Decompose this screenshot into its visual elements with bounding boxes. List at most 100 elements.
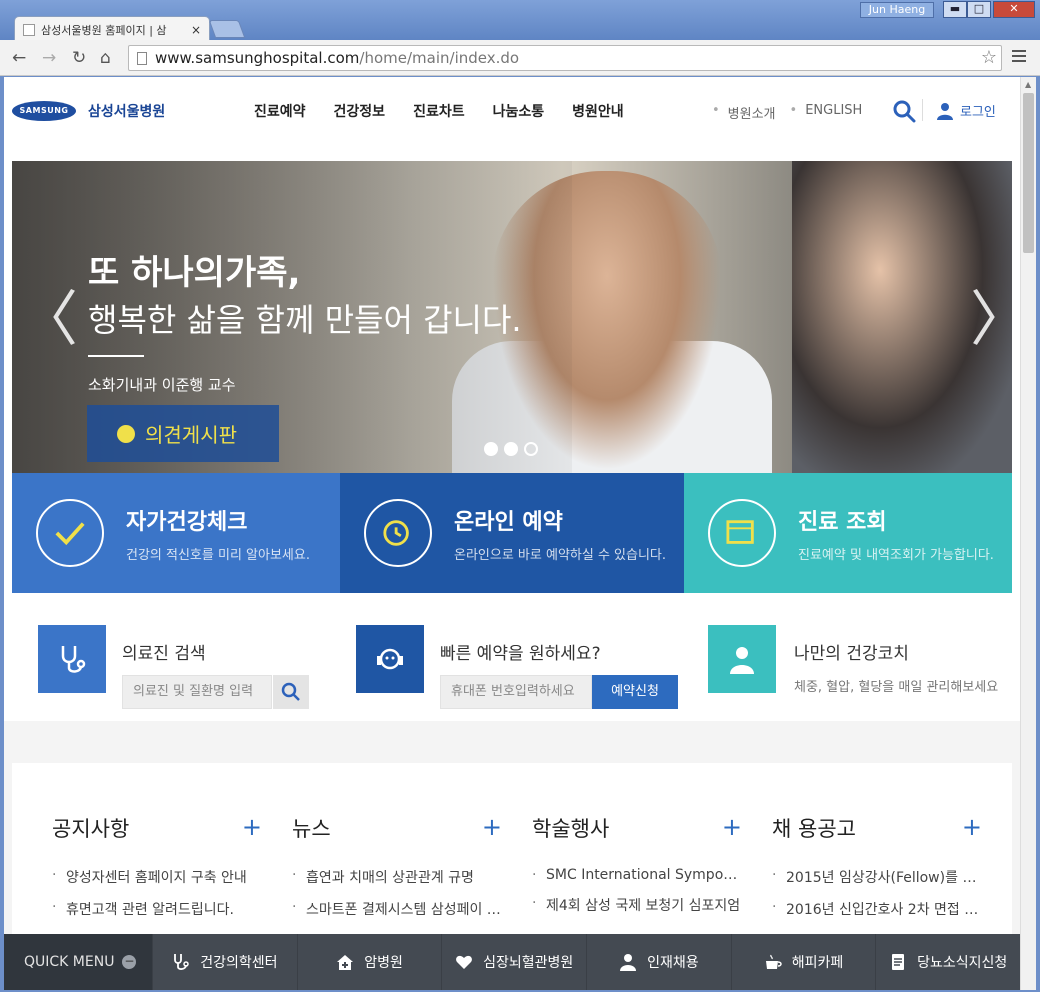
list-item[interactable]: 양성자센터 홈페이지 구축 안내 bbox=[52, 867, 262, 887]
tile-desc: 진료예약 및 내역조회가 가능합니다. bbox=[798, 547, 994, 563]
tile-title: 자가건강체크 bbox=[126, 509, 248, 535]
list-item[interactable]: SMC International Symposium bbox=[532, 867, 742, 883]
quick-menu-heart-brain[interactable]: 심장뇌혈관병원 bbox=[441, 934, 586, 990]
phone-number-input[interactable]: 휴대폰 번호입력하세요 bbox=[440, 675, 592, 709]
tile-self-health-check[interactable]: 자가건강체크 건강의 적신호를 미리 알아보세요. bbox=[12, 473, 340, 593]
nav-item-health-info[interactable]: 건강정보 bbox=[334, 101, 386, 121]
quick-menu-label: 건강의학센터 bbox=[200, 955, 278, 971]
list-item[interactable]: 2016년 신입간호사 2차 면접 안내 bbox=[772, 899, 982, 919]
board-title[interactable]: 공지사항 bbox=[52, 813, 262, 843]
doctor-search-input[interactable]: 의료진 및 질환명 입력 bbox=[122, 675, 272, 709]
quick-menu-recruitment[interactable]: 인재채용 bbox=[586, 934, 731, 990]
english-link[interactable]: ENGLISH bbox=[805, 103, 862, 122]
board-title[interactable]: 뉴스 bbox=[292, 813, 502, 843]
document-icon bbox=[117, 424, 135, 443]
hospital-logo-text[interactable]: 삼성서울병원 bbox=[88, 101, 165, 121]
document-icon bbox=[892, 954, 905, 970]
quick-menu-happy-cafe[interactable]: 해피카페 bbox=[730, 934, 876, 990]
bookmark-star-icon[interactable]: ☆ bbox=[981, 46, 997, 70]
samsung-logo[interactable]: SAMSUNG bbox=[12, 101, 76, 121]
quick-menu-diabetes-newsletter[interactable]: 당뇨소식지신청 bbox=[875, 934, 1020, 990]
hero-banner: 〈 〉 또 하나의가족, 행복한 삶을 함께 만들어 갑니다. 소화기내과 이준… bbox=[12, 161, 1012, 473]
tile-title: 진료 조회 bbox=[798, 509, 887, 535]
health-coach-desc[interactable]: 체중, 혈압, 혈당을 매일 관리해보세요 bbox=[794, 681, 1010, 695]
doctor-search-button[interactable] bbox=[273, 675, 309, 709]
login-link[interactable]: 로그인 bbox=[936, 101, 996, 120]
carousel-dot[interactable] bbox=[504, 442, 518, 456]
quick-menu-health-center[interactable]: 건강의학센터 bbox=[152, 934, 297, 990]
quick-menu-label: 암병원 bbox=[364, 955, 403, 971]
health-coach-icon bbox=[708, 625, 776, 693]
quick-reserve-title: 빠른 예약을 원하세요? bbox=[440, 644, 601, 664]
minimize-button[interactable]: ▬ bbox=[943, 1, 967, 18]
site-header: SAMSUNG 삼성서울병원 진료예약 건강정보 진료차트 나눔소통 병원안내 … bbox=[4, 77, 1020, 161]
opinion-board-button[interactable]: 의견게시판 bbox=[87, 405, 279, 462]
nav-item-reservation[interactable]: 진료예약 bbox=[254, 101, 306, 121]
tile-desc: 건강의 적신호를 미리 알아보세요. bbox=[126, 547, 310, 563]
headset-icon bbox=[356, 625, 424, 693]
search-icon[interactable] bbox=[892, 99, 916, 123]
address-bar[interactable]: www.samsunghospital.com/home/main/index.… bbox=[128, 45, 1002, 71]
url-path: /home/main/index.do bbox=[359, 49, 520, 67]
quick-services: 의료진 검색 의료진 및 질환명 입력 빠른 예약을 원하세요? 휴대폰 번호입… bbox=[4, 593, 1020, 721]
check-icon bbox=[36, 499, 104, 567]
page-favicon-icon bbox=[23, 23, 35, 36]
tab-close-icon[interactable]: × bbox=[191, 23, 201, 37]
carousel-dot[interactable] bbox=[524, 442, 538, 456]
page-icon bbox=[137, 52, 147, 65]
maximize-button[interactable]: □ bbox=[967, 1, 991, 18]
hero-caption: 소화기내과 이준행 교수 bbox=[88, 376, 236, 394]
nav-item-community[interactable]: 나눔소통 bbox=[493, 101, 545, 121]
tile-medical-inquiry[interactable]: 진료 조회 진료예약 및 내역조회가 가능합니다. bbox=[684, 473, 1012, 593]
list-item[interactable]: 제4회 삼성 국제 보청기 심포지엄 bbox=[532, 895, 742, 915]
new-tab-button[interactable] bbox=[208, 20, 246, 38]
more-plus-icon[interactable]: + bbox=[482, 813, 502, 841]
board-recruitment: 채 용공고 + 2015년 임상강사(Fellow)를 모집합니다 2016년 … bbox=[772, 813, 982, 931]
main-nav: 진료예약 건강정보 진료차트 나눔소통 병원안내 bbox=[254, 101, 652, 121]
browser-toolbar: ← → ↻ ⌂ www.samsunghospital.com/home/mai… bbox=[0, 40, 1040, 76]
scroll-up-arrow-icon[interactable]: ▲ bbox=[1025, 80, 1031, 89]
stethoscope-icon bbox=[174, 954, 189, 970]
calendar-icon bbox=[708, 499, 776, 567]
search-icon bbox=[281, 682, 300, 701]
forward-arrow-icon[interactable]: → bbox=[42, 48, 56, 68]
quick-menu-label: 해피카페 bbox=[791, 955, 844, 971]
hero-next-arrow-icon[interactable]: 〉 bbox=[970, 271, 1012, 358]
back-arrow-icon[interactable]: ← bbox=[12, 48, 26, 68]
login-label: 로그인 bbox=[960, 105, 996, 120]
board-title[interactable]: 채 용공고 bbox=[772, 813, 982, 843]
list-item[interactable]: 흡연과 치매의 상관관계 규명 bbox=[292, 867, 502, 887]
tile-title: 온라인 예약 bbox=[454, 509, 563, 535]
reload-icon[interactable]: ↻ bbox=[72, 48, 86, 68]
hero-divider bbox=[88, 355, 144, 357]
quick-menu-toggle[interactable]: QUICK MENU − bbox=[4, 934, 152, 990]
more-plus-icon[interactable]: + bbox=[722, 813, 742, 841]
feature-tiles: 자가건강체크 건강의 적신호를 미리 알아보세요. 온라인 예약 온라인으로 바… bbox=[12, 473, 1012, 593]
carousel-dots bbox=[484, 442, 544, 456]
house-plus-icon bbox=[337, 955, 354, 970]
hero-prev-arrow-icon[interactable]: 〈 bbox=[18, 271, 78, 358]
profile-user-badge[interactable]: Jun Haeng bbox=[860, 2, 934, 18]
carousel-dot[interactable] bbox=[484, 442, 498, 456]
url-host: www.samsunghospital.com bbox=[155, 49, 360, 67]
quick-menu-cancer-hospital[interactable]: 암병원 bbox=[296, 934, 442, 990]
page-scrollbar[interactable]: ▲ bbox=[1020, 77, 1036, 990]
about-hospital-link[interactable]: 병원소개 bbox=[728, 103, 776, 122]
list-item[interactable]: 스마트폰 결제시스템 삼성페이 도입 bbox=[292, 899, 502, 919]
browser-tab[interactable]: 삼성서울병원 홈페이지 | 삼 × bbox=[14, 16, 210, 42]
more-plus-icon[interactable]: + bbox=[242, 813, 262, 841]
more-plus-icon[interactable]: + bbox=[962, 813, 982, 841]
reserve-request-button[interactable]: 예약신청 bbox=[592, 675, 678, 709]
board-title[interactable]: 학술행사 bbox=[532, 813, 742, 843]
nav-item-hospital-guide[interactable]: 병원안내 bbox=[572, 101, 624, 121]
scroll-thumb[interactable] bbox=[1023, 93, 1034, 253]
heart-icon bbox=[456, 955, 472, 969]
list-item[interactable]: 휴면고객 관련 알려드립니다. bbox=[52, 899, 262, 919]
quick-menu-label: 심장뇌혈관병원 bbox=[483, 955, 574, 971]
browser-menu-icon[interactable] bbox=[1012, 50, 1026, 65]
close-window-button[interactable]: ✕ bbox=[993, 1, 1035, 18]
nav-item-medical-chart[interactable]: 진료차트 bbox=[413, 101, 465, 121]
tile-online-reservation[interactable]: 온라인 예약 온라인으로 바로 예약하실 수 있습니다. bbox=[340, 473, 684, 593]
list-item[interactable]: 2015년 임상강사(Fellow)를 모집합니다 bbox=[772, 867, 982, 887]
home-icon[interactable]: ⌂ bbox=[100, 48, 111, 68]
